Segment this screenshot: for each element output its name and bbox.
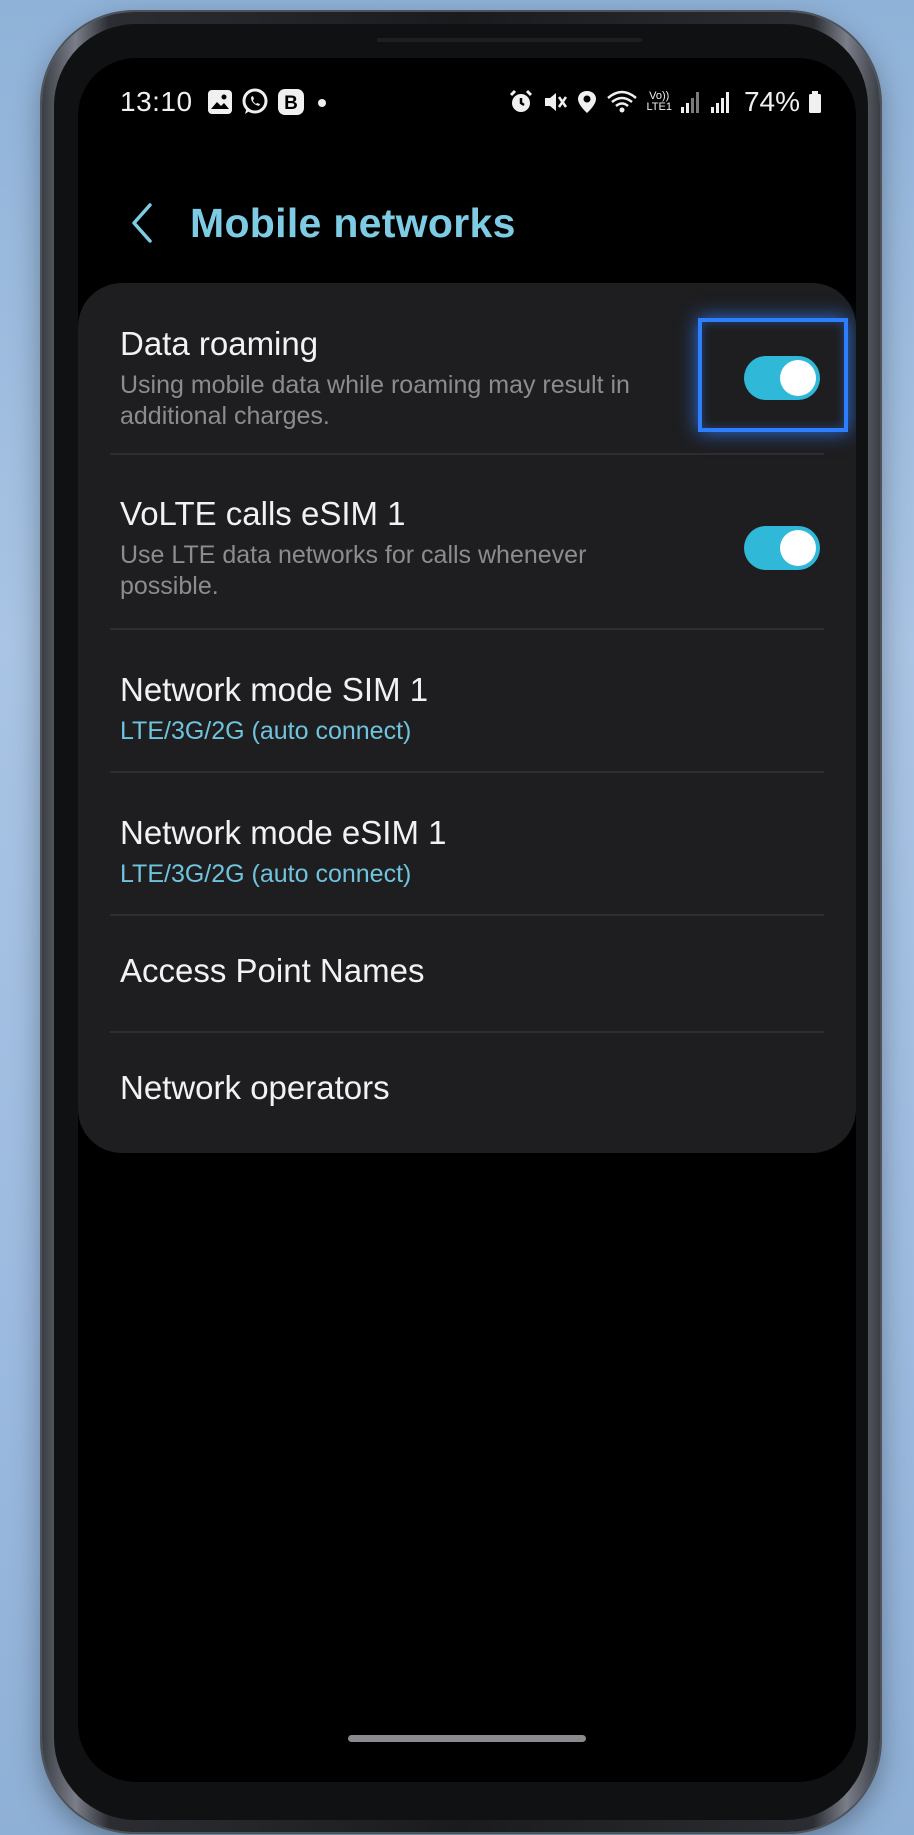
whatsapp-icon — [241, 88, 269, 116]
network-mode-sim1-text: Network mode SIM 1 LTE/3G/2G (auto conne… — [120, 670, 820, 747]
status-time: 13:10 — [120, 86, 193, 117]
status-bar-left: 13:10 B — [120, 86, 331, 118]
status-bar-right: Vo)) LTE1 74% — [508, 86, 822, 118]
home-indicator[interactable] — [348, 1735, 586, 1742]
access-point-names-text: Access Point Names — [120, 951, 820, 991]
chevron-left-icon — [132, 203, 152, 243]
network-operators-title: Network operators — [120, 1069, 390, 1106]
access-point-names-item[interactable]: Access Point Names — [120, 928, 820, 1014]
toggle-highlight-frame — [698, 318, 848, 432]
app-header: Mobile networks — [118, 188, 816, 258]
notification-dot-icon — [313, 89, 331, 115]
network-operators-text: Network operators — [120, 1068, 820, 1108]
network-operators-item[interactable]: Network operators — [120, 1045, 820, 1131]
network-mode-esim1-value: LTE/3G/2G (auto connect) — [120, 859, 412, 888]
divider — [110, 771, 824, 773]
signal-icon — [710, 89, 732, 115]
status-bar: 13:10 B Vo)) LTE1 74% — [120, 80, 822, 124]
divider — [110, 628, 824, 630]
svg-text:B: B — [284, 93, 298, 114]
network-mode-esim1-text: Network mode eSIM 1 LTE/3G/2G (auto conn… — [120, 813, 820, 890]
divider — [110, 914, 824, 916]
battery-percent: 74% — [743, 86, 800, 117]
wifi-icon — [606, 89, 638, 115]
mute-icon — [542, 89, 568, 115]
network-mode-sim1-item[interactable]: Network mode SIM 1 LTE/3G/2G (auto conne… — [120, 658, 820, 758]
data-roaming-text: Data roaming Using mobile data while roa… — [120, 324, 744, 432]
page-title: Mobile networks — [190, 199, 516, 246]
alarm-icon — [508, 89, 534, 115]
battery-icon — [808, 89, 822, 115]
volte-item[interactable]: VoLTE calls eSIM 1 Use LTE data networks… — [120, 483, 820, 613]
volte-icon: Vo)) LTE1 — [646, 91, 671, 113]
volte-toggle[interactable] — [744, 526, 820, 570]
network-mode-sim1-title: Network mode SIM 1 — [120, 670, 429, 708]
network-mode-sim1-value: LTE/3G/2G (auto connect) — [120, 716, 412, 745]
access-point-names-title: Access Point Names — [120, 952, 425, 989]
network-mode-esim1-item[interactable]: Network mode eSIM 1 LTE/3G/2G (auto conn… — [120, 801, 820, 901]
earpiece — [377, 38, 642, 42]
gallery-icon — [207, 89, 233, 115]
divider — [110, 453, 824, 455]
data-roaming-subtitle: Using mobile data while roaming may resu… — [120, 371, 630, 430]
b-app-icon: B — [277, 88, 305, 116]
signal-icon — [680, 89, 702, 115]
location-icon — [576, 89, 598, 115]
volte-label-bottom: LTE1 — [646, 101, 672, 113]
phone-screen: 13:10 B Vo)) LTE1 74% Mobile networks Da… — [78, 58, 856, 1782]
volte-text: VoLTE calls eSIM 1 Use LTE data networks… — [120, 494, 744, 602]
toggle-knob — [780, 530, 816, 566]
data-roaming-title: Data roaming — [120, 325, 319, 362]
back-button[interactable] — [118, 193, 166, 253]
volte-title: VoLTE calls eSIM 1 — [120, 495, 406, 532]
divider — [110, 1031, 824, 1033]
network-mode-esim1-title: Network mode eSIM 1 — [120, 813, 447, 851]
volte-subtitle: Use LTE data networks for calls whenever… — [120, 541, 587, 600]
